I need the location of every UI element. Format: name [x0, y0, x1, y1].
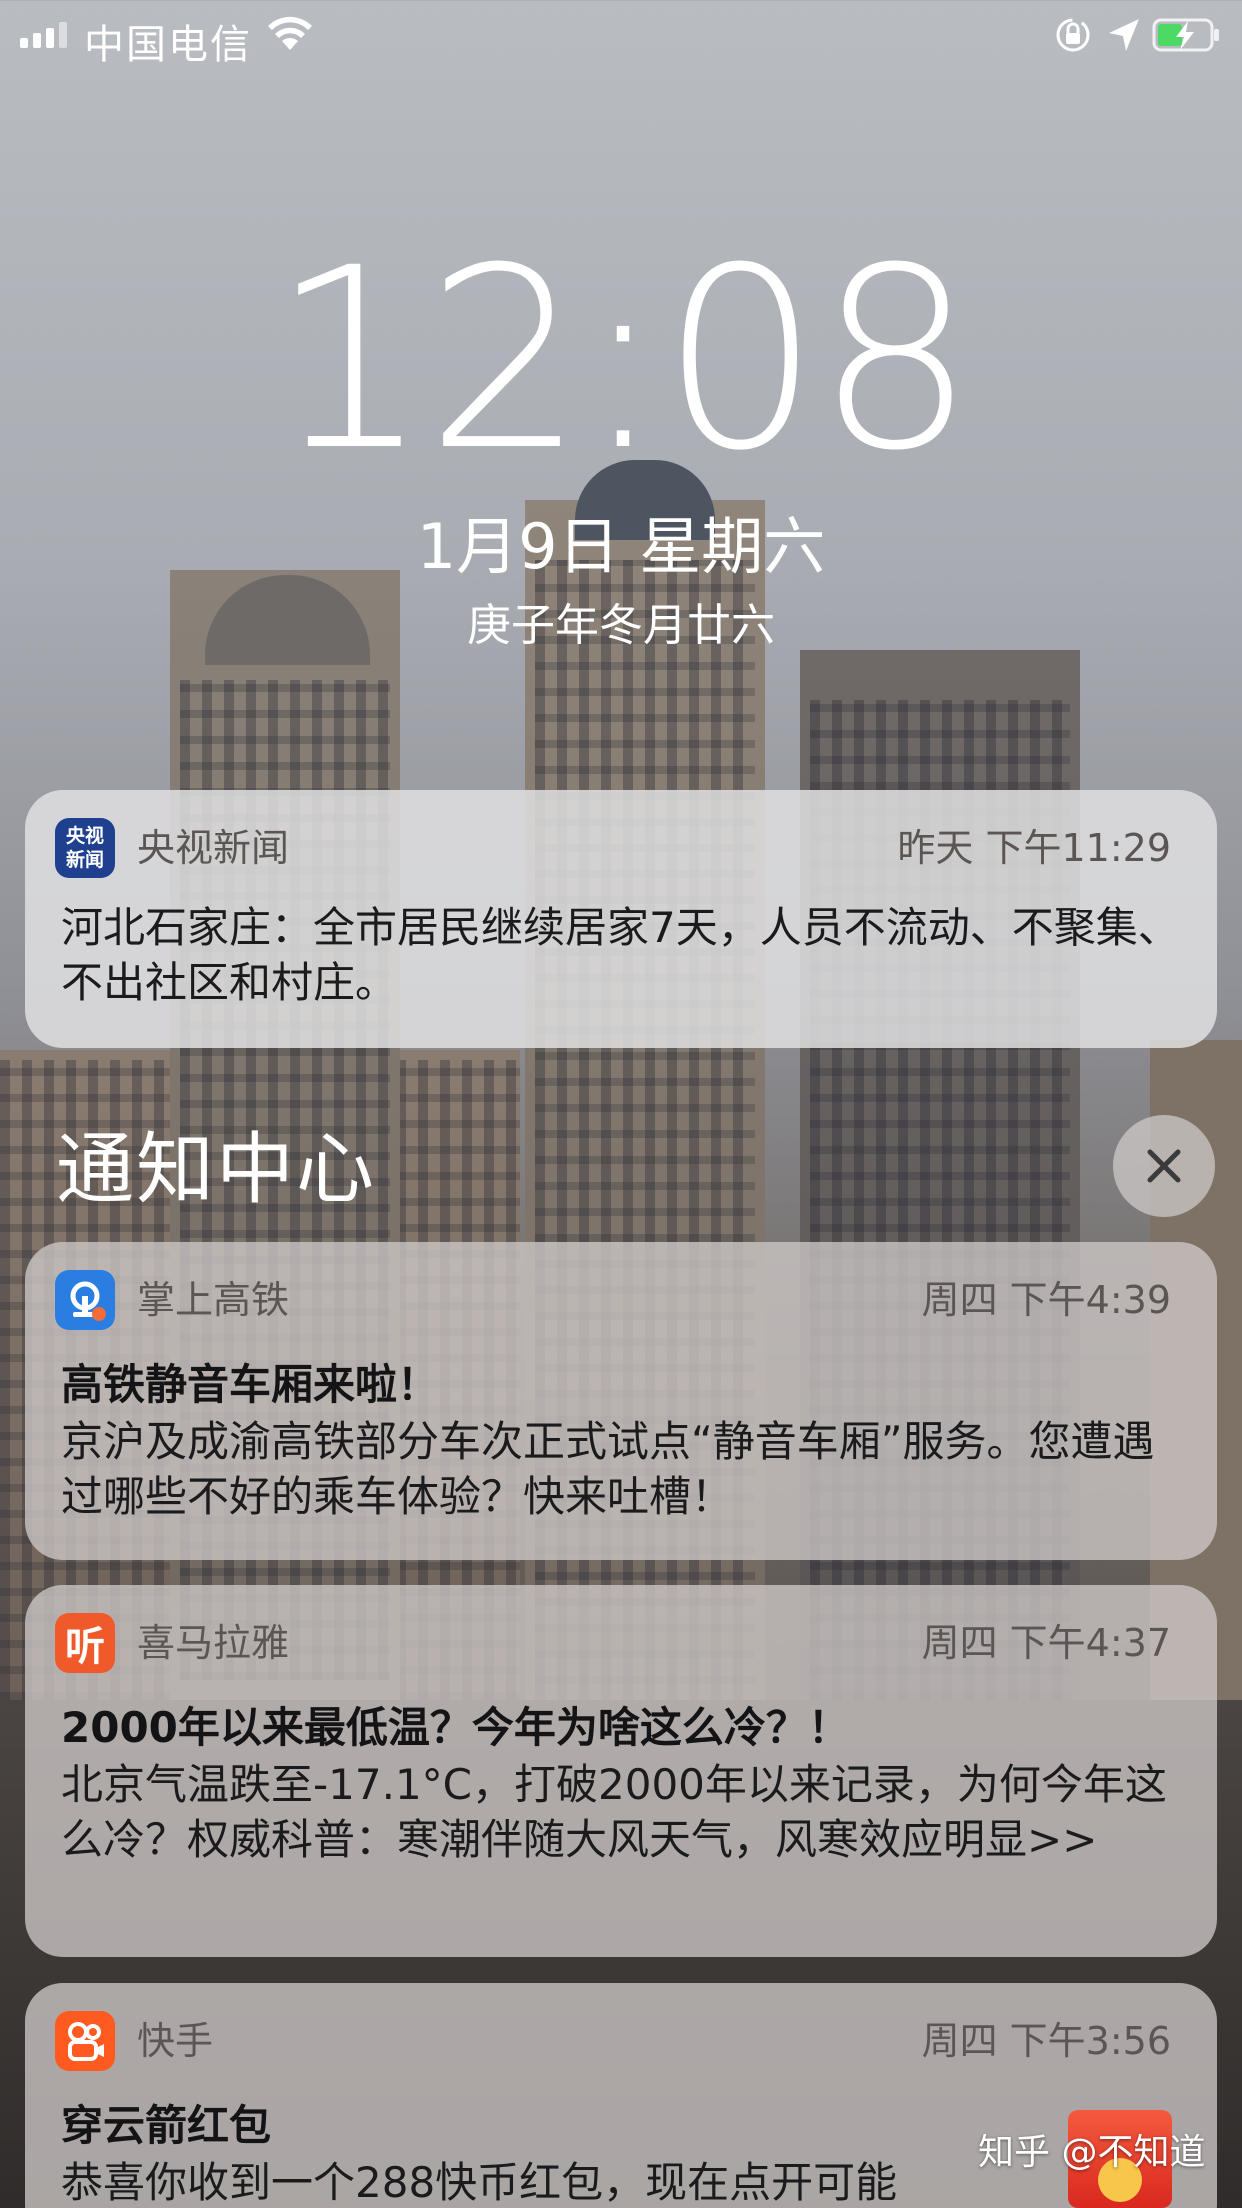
notification-body: 京沪及成渝高铁部分车次正式试点“静音车厢”服务。您遭遇过哪些不好的乘车体验？快来… [61, 1417, 1155, 1521]
notification-time: 周四 下午3:56 [921, 2019, 1171, 2063]
close-icon [1147, 1149, 1181, 1183]
lock-screen-time: 12:08 [270, 214, 975, 505]
notification-title: 2000年以来最低温？今年为啥这么冷？！ [61, 1703, 850, 1752]
notification-time: 周四 下午4:37 [921, 1621, 1171, 1665]
notification-ximalaya[interactable]: 听 喜马拉雅 周四 下午4:37 2000年以来最低温？今年为啥这么冷？！ 北京… [25, 1585, 1217, 1957]
notification-cctv-news[interactable]: 央视 新闻 央视新闻 昨天 下午11:29 河北石家庄：全市居民继续居家7天，人… [25, 790, 1217, 1048]
battery-charging-icon [1152, 18, 1219, 52]
lunar-date: 庚子年冬月廿六 [467, 600, 775, 651]
notification-time: 昨天 下午11:29 [897, 826, 1171, 870]
location-arrow-icon [1109, 19, 1139, 51]
signal-icon [20, 22, 67, 48]
notification-center-title: 通知中心 [56, 1125, 377, 1215]
notification-body: 北京气温跌至-17.1°C，打破2000年以来记录，为何今年这么冷？权威科普：寒… [61, 1760, 1167, 1864]
watermark: 知乎 @不知道 [978, 2132, 1206, 2173]
kuaishou-app-icon [55, 2011, 115, 2071]
lock-screen-date: 1月9日 星期六 [416, 510, 826, 583]
cctv-news-app-icon: 央视 新闻 [55, 818, 115, 878]
carrier-name: 中国电信 [84, 22, 252, 68]
ximalaya-app-icon: 听 [55, 1613, 115, 1673]
wifi-icon [268, 16, 312, 50]
clear-notifications-button[interactable] [1113, 1115, 1215, 1217]
high-speed-rail-app-icon [55, 1270, 115, 1330]
notification-time: 周四 下午4:39 [921, 1278, 1171, 1322]
notification-high-speed-rail[interactable]: 掌上高铁 周四 下午4:39 高铁静音车厢来啦！ 京沪及成渝高铁部分车次正式试点… [25, 1242, 1217, 1560]
notification-title: 高铁静音车厢来啦！ [61, 1360, 440, 1409]
notification-app-name: 快手 [137, 2019, 214, 2063]
notification-app-name: 喜马拉雅 [137, 1621, 290, 1665]
rotation-lock-icon [1056, 18, 1090, 52]
notification-title: 穿云箭红包 [61, 2101, 272, 2150]
notification-app-name: 掌上高铁 [137, 1278, 290, 1322]
status-bar: 中国电信 [0, 0, 1242, 70]
notification-app-name: 央视新闻 [137, 826, 290, 870]
notification-body: 河北石家庄：全市居民继续居家7天，人员不流动、不聚集、不出社区和村庄。 [61, 903, 1180, 1007]
